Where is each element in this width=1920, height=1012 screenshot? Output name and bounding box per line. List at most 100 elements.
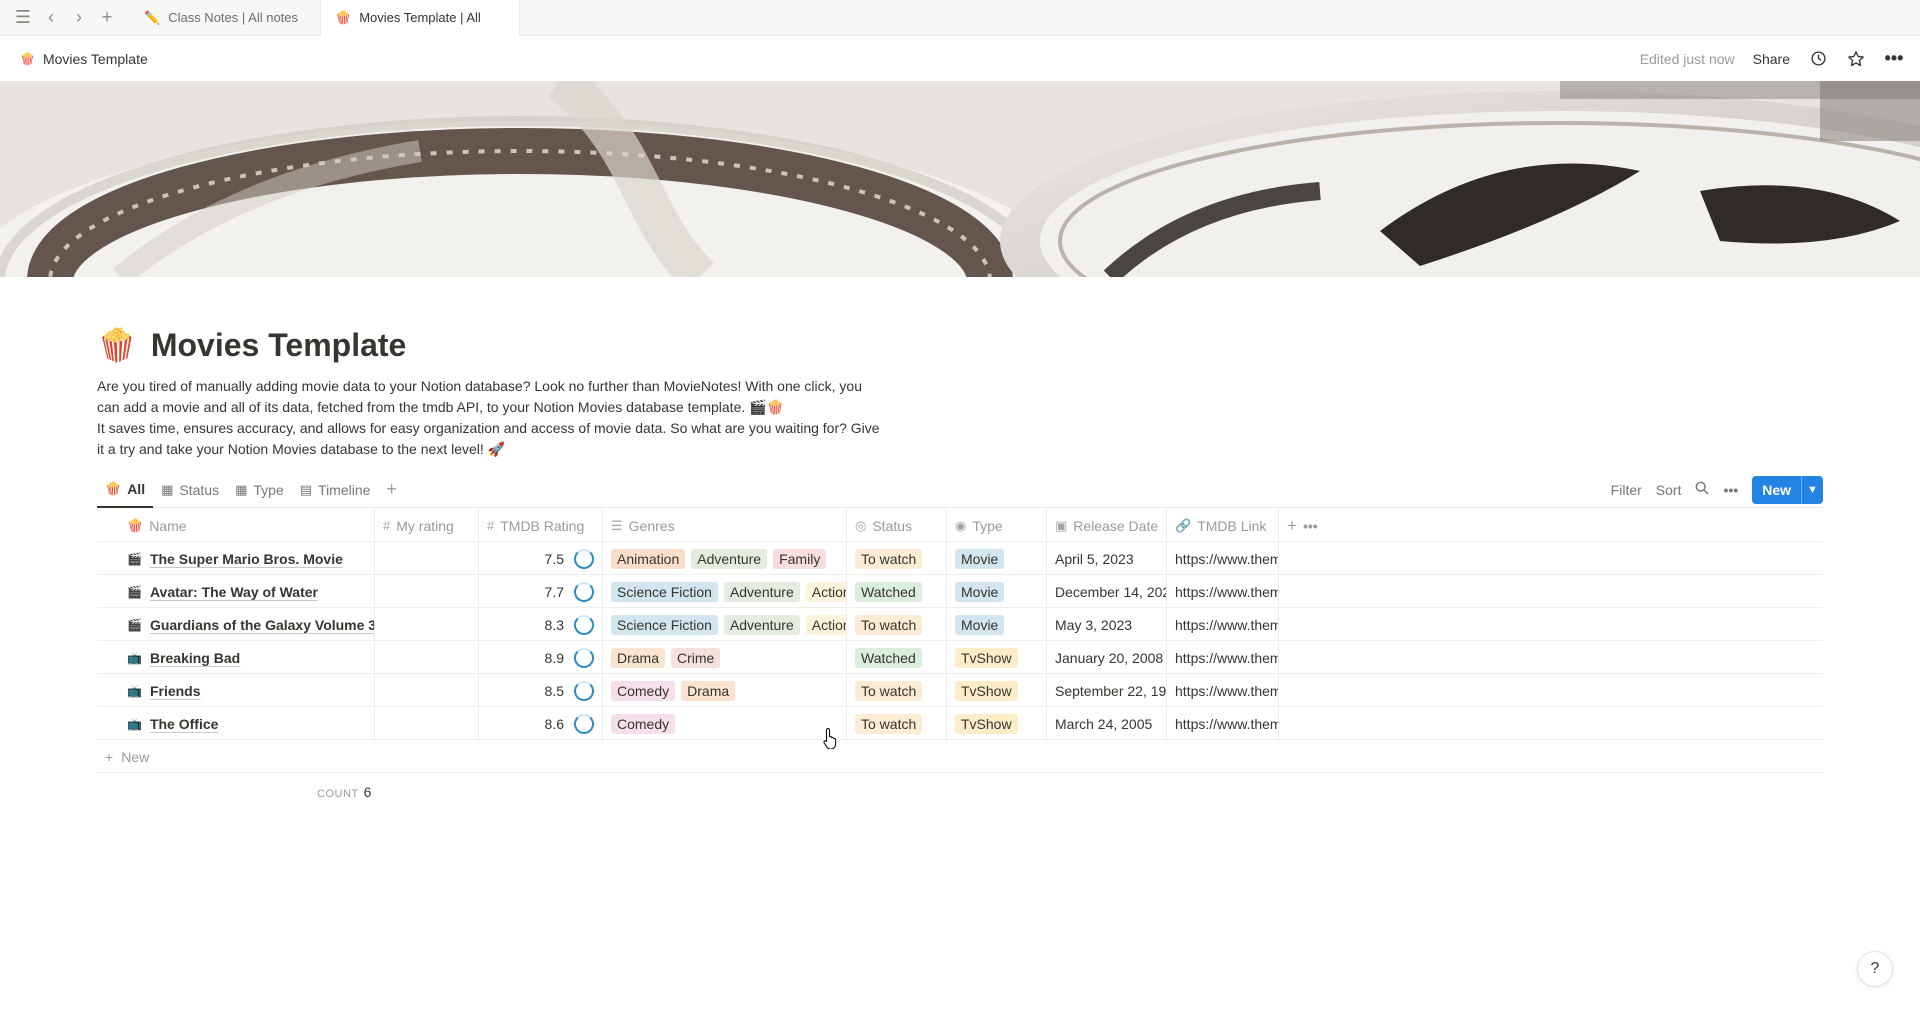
- column-header-tmdb-rating[interactable]: # TMDB Rating: [479, 509, 603, 542]
- name-cell[interactable]: 🎬 The Super Mario Bros. Movie: [97, 542, 375, 575]
- description-paragraph[interactable]: It saves time, ensures accuracy, and all…: [97, 418, 887, 460]
- view-tab-type[interactable]: ▦ Type: [227, 472, 292, 508]
- my-rating-cell[interactable]: [375, 641, 479, 674]
- column-header-tmdb-link[interactable]: 🔗 TMDB Link: [1167, 509, 1279, 542]
- type-cell[interactable]: TvShow: [947, 641, 1047, 674]
- help-button[interactable]: ?: [1857, 951, 1893, 987]
- type-cell[interactable]: TvShow: [947, 674, 1047, 707]
- history-icon[interactable]: [1808, 49, 1828, 69]
- status-cell[interactable]: To watch: [847, 707, 947, 740]
- row-title[interactable]: Friends: [150, 683, 201, 699]
- view-tab-timeline[interactable]: ▤ Timeline: [292, 472, 379, 508]
- genre-tag[interactable]: Comedy: [611, 680, 676, 701]
- release-date-cell[interactable]: September 22, 1994: [1047, 674, 1167, 707]
- name-cell[interactable]: 📺 The Office: [97, 707, 375, 740]
- column-header-type[interactable]: ◉ Type: [947, 509, 1047, 542]
- type-tag[interactable]: Movie: [955, 614, 1005, 635]
- tmdb-link-cell[interactable]: https://www.themoviedb.org: [1167, 608, 1279, 641]
- name-cell[interactable]: 🎬 Avatar: The Way of Water: [97, 575, 375, 608]
- genres-cell[interactable]: Animation Adventure Family: [603, 542, 847, 575]
- status-tag[interactable]: Watched: [855, 647, 922, 668]
- my-rating-cell[interactable]: [375, 575, 479, 608]
- table-row[interactable]: 📺 The Office 8.6 Comedy To watch TvShow March …: [97, 707, 1823, 740]
- column-header-my-rating[interactable]: # My rating: [375, 509, 479, 542]
- table-row[interactable]: 📺 Breaking Bad 8.9 Drama Crime Watched TvShow J…: [97, 641, 1823, 674]
- tab-movies-template[interactable]: 🍿 Movies Template | All: [320, 0, 520, 36]
- table-row[interactable]: 🎬 The Super Mario Bros. Movie 7.5 Animation…: [97, 542, 1823, 575]
- status-tag[interactable]: To watch: [855, 614, 923, 635]
- status-cell[interactable]: To watch: [847, 542, 947, 575]
- popcorn-icon[interactable]: 🍿: [97, 326, 137, 364]
- new-row-button[interactable]: + New: [97, 740, 1823, 773]
- genre-tag[interactable]: Action: [805, 581, 846, 602]
- tab-class-notes[interactable]: ✏️ Class Notes | All notes: [130, 0, 320, 36]
- add-view-icon[interactable]: +: [378, 479, 405, 500]
- genre-tag[interactable]: Science Fiction: [611, 581, 718, 602]
- table-row[interactable]: 📺 Friends 8.5 Comedy Drama To watch TvShow Sept…: [97, 674, 1823, 707]
- genres-cell[interactable]: Comedy: [603, 707, 847, 740]
- tmdb-rating-cell[interactable]: 8.6: [479, 707, 603, 740]
- name-cell[interactable]: 📺 Friends: [97, 674, 375, 707]
- type-tag[interactable]: TvShow: [955, 713, 1018, 734]
- my-rating-cell[interactable]: [375, 542, 479, 575]
- new-row-cell[interactable]: + New: [97, 740, 157, 773]
- status-tag[interactable]: Watched: [855, 581, 922, 602]
- column-header-status[interactable]: ◎ Status: [847, 509, 947, 542]
- name-cell[interactable]: 📺 Breaking Bad: [97, 641, 375, 674]
- tmdb-rating-cell[interactable]: 7.7: [479, 575, 603, 608]
- tmdb-link-cell[interactable]: https://www.themoviedb.org: [1167, 575, 1279, 608]
- release-date-cell[interactable]: January 20, 2008: [1047, 641, 1167, 674]
- new-button[interactable]: New ▼: [1752, 475, 1823, 504]
- genres-cell[interactable]: Science Fiction Adventure Action: [603, 575, 847, 608]
- more-icon[interactable]: •••: [1884, 48, 1904, 69]
- chevron-down-icon[interactable]: ▼: [1801, 475, 1823, 504]
- new-button-label[interactable]: New: [1752, 476, 1801, 504]
- genre-tag[interactable]: Animation: [611, 548, 686, 569]
- description-paragraph[interactable]: Are you tired of manually adding movie d…: [97, 376, 887, 418]
- table-row[interactable]: 🎬 Guardians of the Galaxy Volume 3 8.3 Scie…: [97, 608, 1823, 641]
- column-header-genres[interactable]: ☰ Genres: [603, 509, 847, 542]
- genres-cell[interactable]: Comedy Drama: [603, 674, 847, 707]
- star-icon[interactable]: [1846, 49, 1866, 69]
- type-cell[interactable]: Movie: [947, 608, 1047, 641]
- status-cell[interactable]: Watched: [847, 575, 947, 608]
- name-cell[interactable]: 🎬 Guardians of the Galaxy Volume 3: [97, 608, 375, 641]
- tmdb-link-cell[interactable]: https://www.themoviedb.org: [1167, 707, 1279, 740]
- my-rating-cell[interactable]: [375, 608, 479, 641]
- row-title[interactable]: Avatar: The Way of Water: [150, 584, 318, 600]
- release-date-cell[interactable]: March 24, 2005: [1047, 707, 1167, 740]
- tmdb-link-cell[interactable]: https://www.themoviedb.org: [1167, 674, 1279, 707]
- row-title[interactable]: The Office: [150, 716, 218, 732]
- status-tag[interactable]: To watch: [855, 680, 923, 701]
- search-icon[interactable]: [1695, 481, 1710, 498]
- status-cell[interactable]: Watched: [847, 641, 947, 674]
- column-header-name[interactable]: 🍿 Name: [97, 509, 375, 542]
- more-icon[interactable]: •••: [1723, 482, 1738, 498]
- genre-tag[interactable]: Drama: [681, 680, 736, 701]
- genre-tag[interactable]: Drama: [611, 647, 666, 668]
- genres-cell[interactable]: Drama Crime: [603, 641, 847, 674]
- add-column-icon[interactable]: +: [1287, 516, 1297, 536]
- type-cell[interactable]: Movie: [947, 542, 1047, 575]
- tmdb-link-cell[interactable]: https://www.themoviedb.org: [1167, 641, 1279, 674]
- tmdb-rating-cell[interactable]: 8.9: [479, 641, 603, 674]
- sort-button[interactable]: Sort: [1656, 482, 1682, 498]
- view-tab-all[interactable]: 🍿 All: [97, 472, 154, 508]
- genre-tag[interactable]: Adventure: [723, 581, 800, 602]
- row-title[interactable]: The Super Mario Bros. Movie: [150, 551, 343, 567]
- my-rating-cell[interactable]: [375, 707, 479, 740]
- menu-icon[interactable]: ☰: [10, 5, 36, 31]
- type-cell[interactable]: Movie: [947, 575, 1047, 608]
- more-icon[interactable]: •••: [1303, 518, 1318, 534]
- tmdb-rating-cell[interactable]: 8.5: [479, 674, 603, 707]
- page-description[interactable]: Are you tired of manually adding movie d…: [97, 376, 887, 460]
- forward-icon[interactable]: ›: [66, 5, 92, 31]
- type-tag[interactable]: Movie: [955, 548, 1005, 569]
- breadcrumb[interactable]: 🍿 Movies Template: [20, 51, 148, 67]
- status-tag[interactable]: To watch: [855, 548, 923, 569]
- genre-tag[interactable]: Crime: [671, 647, 721, 668]
- genre-tag[interactable]: Science Fiction: [611, 614, 718, 635]
- genre-tag[interactable]: Action: [805, 614, 846, 635]
- filter-button[interactable]: Filter: [1611, 482, 1642, 498]
- share-button[interactable]: Share: [1753, 51, 1790, 67]
